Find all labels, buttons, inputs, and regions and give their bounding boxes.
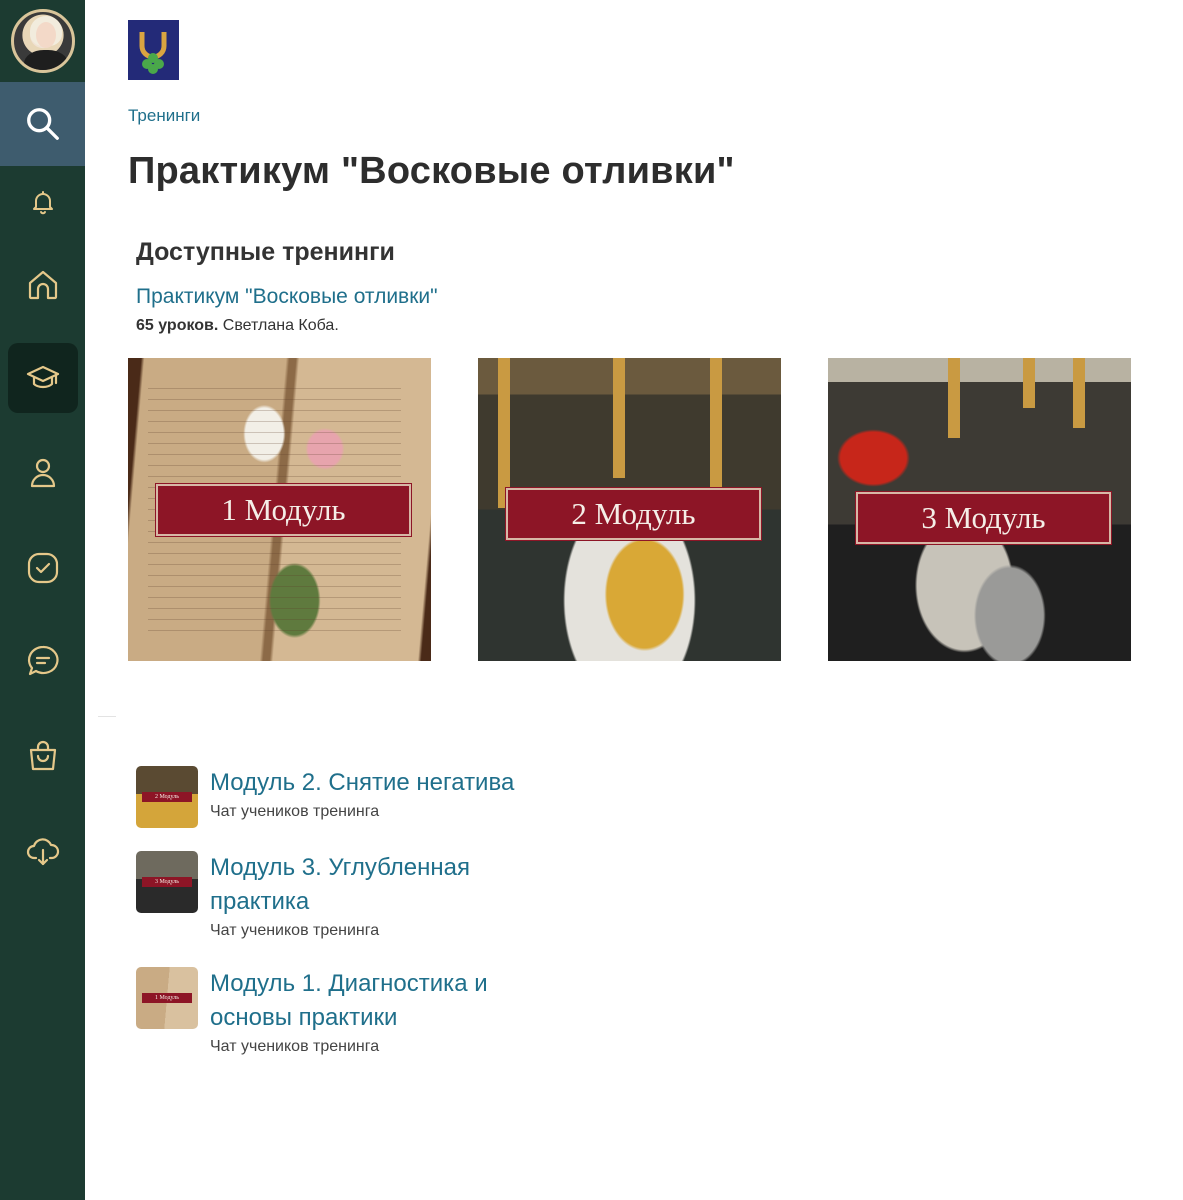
module-card-3[interactable]: 3 Модуль <box>828 358 1131 661</box>
chat-thumbnail: 2 Модуль <box>136 766 198 828</box>
graduation-cap-icon <box>26 365 59 389</box>
school-logo[interactable] <box>128 20 179 80</box>
bell-icon <box>32 191 53 215</box>
chat-subtitle: Чат учеников тренинга <box>210 922 380 939</box>
available-trainings-heading: Доступные тренинги <box>136 238 395 266</box>
avatar[interactable] <box>0 0 85 82</box>
checkbox-icon <box>27 552 58 584</box>
cloud-download-icon <box>26 838 59 866</box>
chat-thumbnail: 3 Модуль <box>136 851 198 913</box>
avatar-photo <box>10 9 75 73</box>
sidebar-item-chats[interactable] <box>0 626 85 696</box>
module-card-1[interactable]: 1 Модуль <box>128 358 431 661</box>
main-content: Тренинги Практикум "Восковые отливки" До… <box>85 0 1183 1200</box>
home-icon <box>28 270 57 300</box>
sidebar-item-search[interactable] <box>0 82 85 166</box>
chat-thumbnail-banner: 1 Модуль <box>142 993 192 1003</box>
module-cards: 1 Модуль 2 Модуль 3 Модуль <box>128 358 1138 661</box>
sidebar-item-home[interactable] <box>0 250 85 320</box>
chat-icon <box>27 645 59 676</box>
sidebar-item-notifications[interactable] <box>0 168 85 238</box>
search-icon <box>26 108 59 140</box>
page-title: Практикум "Восковые отливки" <box>128 150 735 192</box>
sidebar-item-trainings[interactable] <box>0 343 85 413</box>
chat-subtitle: Чат учеников тренинга <box>210 803 380 820</box>
training-author: Светлана Коба. <box>218 317 339 334</box>
sidebar-item-profile[interactable] <box>0 438 85 508</box>
chat-title[interactable]: Модуль 2. Снятие негатива <box>210 766 540 800</box>
user-icon <box>30 458 55 488</box>
chat-thumbnail: 1 Модуль <box>136 967 198 1029</box>
chat-thumbnail-banner: 2 Модуль <box>142 792 192 802</box>
chat-title[interactable]: Модуль 1. Диагностика и основы практики <box>210 967 540 1035</box>
lessons-count: 65 уроков. <box>136 317 219 334</box>
sidebar-item-tasks[interactable] <box>0 533 85 603</box>
module-card-banner: 2 Модуль <box>505 487 762 541</box>
horseshoe-clover-logo-icon <box>139 32 167 74</box>
module-card-banner: 1 Модуль <box>155 483 412 537</box>
chat-subtitle: Чат учеников тренинга <box>210 1038 380 1055</box>
sidebar <box>0 0 85 1200</box>
shopping-bag-icon <box>29 740 56 771</box>
training-meta: 65 уроков. Светлана Коба. <box>136 317 339 335</box>
sidebar-item-downloads[interactable] <box>0 816 85 886</box>
sidebar-item-shop[interactable] <box>0 721 85 791</box>
chat-title[interactable]: Модуль 3. Углубленная практика <box>210 851 540 919</box>
training-link[interactable]: Практикум "Восковые отливки" <box>136 285 438 309</box>
module-card-banner: 3 Модуль <box>855 491 1112 545</box>
divider <box>98 716 116 717</box>
breadcrumb-trainings[interactable]: Тренинги <box>128 106 200 126</box>
chat-thumbnail-banner: 3 Модуль <box>142 877 192 887</box>
module-card-2[interactable]: 2 Модуль <box>478 358 781 661</box>
